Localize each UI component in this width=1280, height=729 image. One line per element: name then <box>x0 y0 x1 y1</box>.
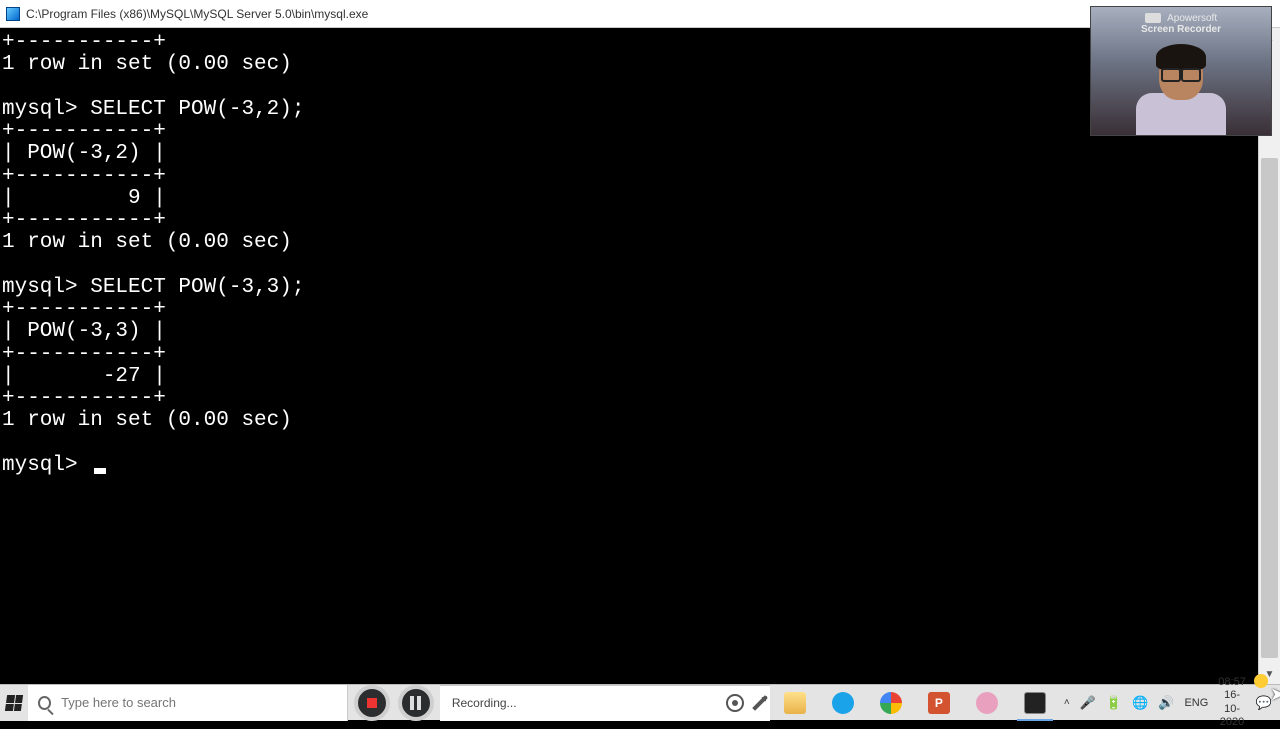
folder-icon <box>784 692 806 714</box>
watermark-line2: Screen Recorder <box>1141 24 1221 35</box>
taskbar-clock[interactable]: 08:57 16-10-2020 <box>1218 676 1246 729</box>
terminal-text: +-----------+ 1 row in set (0.00 sec) my… <box>2 31 304 477</box>
pause-record-button[interactable] <box>398 685 434 721</box>
scrollbar-thumb[interactable] <box>1261 158 1278 658</box>
recorder-app-icon <box>832 692 854 714</box>
misc-app-icon <box>976 692 998 714</box>
search-icon <box>38 696 51 710</box>
webcam-toggle-icon[interactable] <box>726 694 744 712</box>
windows-logo-icon <box>5 695 23 711</box>
app-misc[interactable] <box>966 685 1008 721</box>
browser-icon <box>880 692 902 714</box>
tray-overflow-icon[interactable]: ˄ <box>1064 697 1070 708</box>
start-button[interactable] <box>0 685 28 721</box>
recording-tools <box>726 694 762 712</box>
powerpoint-icon: P <box>928 692 950 714</box>
camera-icon <box>1145 13 1161 23</box>
window-title: C:\Program Files (x86)\MySQL\MySQL Serve… <box>26 7 368 21</box>
taskbar: Recording... P ˄ 🎤 🔋 🌐 🔊 ENG 08:57 16-10… <box>0 684 1280 720</box>
taskbar-search[interactable] <box>28 685 348 721</box>
language-indicator[interactable]: ENG <box>1184 697 1208 709</box>
webcam-person <box>1136 40 1226 135</box>
recording-indicator-dot <box>1254 674 1268 688</box>
search-input[interactable] <box>61 695 337 710</box>
terminal-output[interactable]: +-----------+ 1 row in set (0.00 sec) my… <box>0 28 1258 684</box>
recorder-watermark: Apowersoft Screen Recorder <box>1091 13 1271 35</box>
pause-icon <box>410 696 421 710</box>
app-recorder[interactable] <box>822 685 864 721</box>
recorder-controls <box>348 685 440 721</box>
app-powerpoint[interactable]: P <box>918 685 960 721</box>
microphone-icon[interactable]: 🎤 <box>1080 695 1096 711</box>
webcam-overlay[interactable]: Apowersoft Screen Recorder <box>1090 6 1272 136</box>
battery-icon[interactable]: 🔋 <box>1106 695 1122 711</box>
stop-icon <box>367 698 377 708</box>
console-icon <box>1024 692 1046 714</box>
app-fileexplorer[interactable] <box>774 685 816 721</box>
watermark-line1: Apowersoft <box>1167 13 1217 24</box>
clock-date: 16-10-2020 <box>1218 689 1246 729</box>
system-tray: ˄ 🎤 🔋 🌐 🔊 ENG 08:57 16-10-2020 💬 <box>1056 685 1280 720</box>
recording-status-label: Recording... <box>452 696 517 710</box>
volume-icon[interactable]: 🔊 <box>1158 695 1174 711</box>
app-browser[interactable] <box>870 685 912 721</box>
stop-record-button[interactable] <box>354 685 390 721</box>
clock-time: 08:57 <box>1218 676 1246 689</box>
network-icon[interactable]: 🌐 <box>1132 695 1148 711</box>
annotate-pen-icon[interactable] <box>752 695 768 711</box>
app-icon <box>6 7 20 21</box>
titlebar[interactable]: C:\Program Files (x86)\MySQL\MySQL Serve… <box>0 0 1280 28</box>
text-cursor <box>94 468 106 474</box>
taskbar-apps: P <box>770 685 1056 720</box>
recording-popup[interactable]: Recording... <box>440 685 770 721</box>
app-console[interactable] <box>1014 685 1056 721</box>
